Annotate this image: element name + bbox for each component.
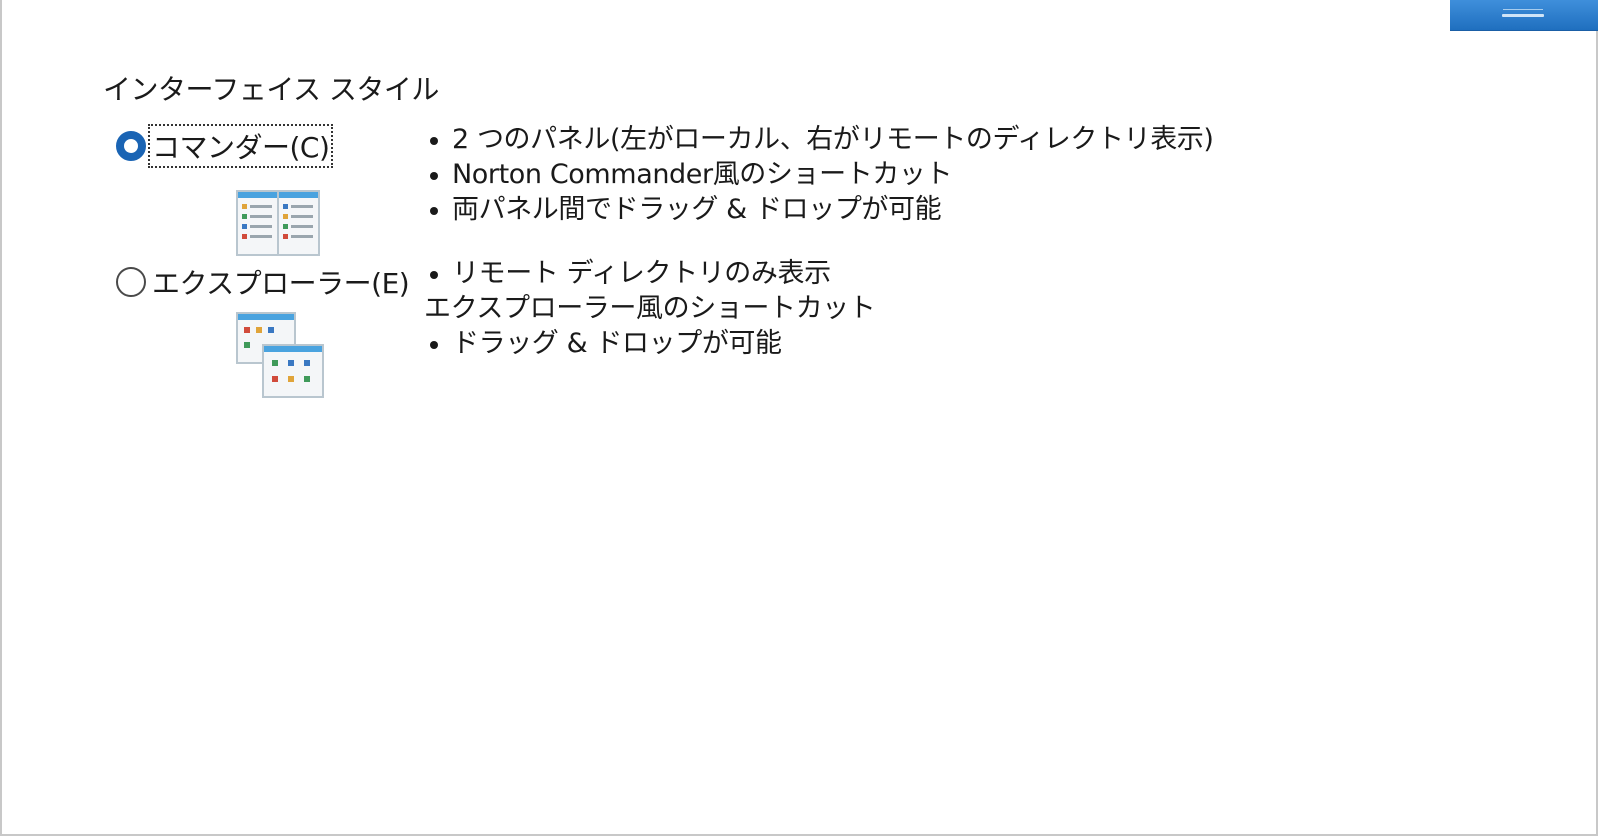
list-item: 2 つのパネル(左がローカル、右がリモートのディレクトリ表示) <box>424 122 1214 157</box>
commander-radio[interactable] <box>116 131 146 161</box>
list-item: リモート ディレクトリのみ表示 <box>424 256 875 291</box>
commander-two-panel-icon <box>236 190 320 256</box>
interface-style-heading: インターフェイス スタイル <box>103 73 439 106</box>
list-item: Norton Commander風のショートカット <box>424 157 1214 192</box>
explorer-radio-label[interactable]: エクスプローラー(E) <box>150 262 411 302</box>
commander-option[interactable]: コマンダー(C) <box>116 124 334 168</box>
minimize-icon <box>1502 14 1544 17</box>
window-control-button[interactable] <box>1450 0 1598 31</box>
list-item: ドラッグ & ドロップが可能 <box>424 326 875 361</box>
commander-description: 2 つのパネル(左がローカル、右がリモートのディレクトリ表示) Norton C… <box>424 122 1214 227</box>
explorer-option[interactable]: エクスプローラー(E) <box>116 262 411 302</box>
list-item: エクスプローラー風のショートカット <box>424 293 876 324</box>
commander-radio-label[interactable]: コマンダー(C) <box>147 124 334 168</box>
explorer-radio[interactable] <box>116 267 146 297</box>
explorer-windows-icon <box>236 312 324 398</box>
list-item: 両パネル間でドラッグ & ドロップが可能 <box>424 192 1214 227</box>
explorer-description: リモート ディレクトリのみ表示 エクスプローラー風のショートカット ドラッグ &… <box>424 256 876 361</box>
